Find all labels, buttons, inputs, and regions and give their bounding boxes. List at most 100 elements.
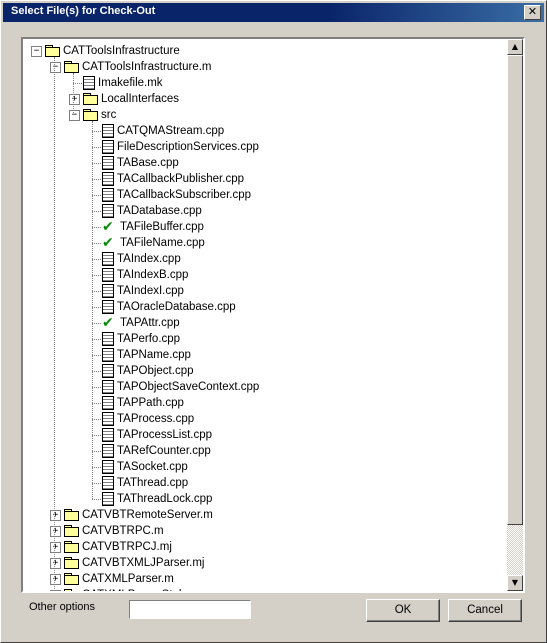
tree-folder-node[interactable]: CATVBTXMLJParser.mj (64, 555, 204, 571)
tree-connector (92, 227, 101, 228)
tree-folder-node[interactable]: CATVBTRPCJ.mj (64, 539, 172, 555)
collapse-icon[interactable]: − (69, 110, 80, 121)
tree-file-node[interactable]: CATQMAStream.cpp (102, 123, 224, 139)
tree-folder-node[interactable]: LocalInterfaces (83, 91, 179, 107)
expand-icon[interactable]: + (50, 526, 61, 537)
tree-file-node[interactable]: FileDescriptionServices.cpp (102, 139, 259, 155)
tree-folder-node[interactable]: CATToolsInfrastructure.m (64, 59, 212, 75)
tree-file-node[interactable]: TAIndexI.cpp (102, 283, 184, 299)
tree-file-node[interactable]: TAIndexB.cpp (102, 267, 188, 283)
tree-node-label: TACallbackPublisher.cpp (117, 173, 244, 185)
cancel-button[interactable]: Cancel (448, 599, 522, 622)
tree-connector (92, 323, 101, 324)
file-tree[interactable]: CATToolsInfrastructure − CATToolsInfrastru… (21, 37, 525, 593)
other-options-input[interactable] (129, 600, 251, 619)
file-icon (102, 156, 114, 170)
expand-icon[interactable]: + (50, 558, 61, 569)
tree-node-label: TAThread.cpp (117, 477, 189, 489)
tree-node-label: CATXMLParserStub.m (82, 589, 198, 591)
tree-connector (92, 211, 101, 212)
tree-file-node[interactable]: TAPObject.cpp (102, 363, 194, 379)
folder-icon (64, 525, 79, 537)
close-button[interactable]: ✕ (524, 5, 541, 20)
tree-file-node[interactable]: TARefCounter.cpp (102, 443, 211, 459)
tree-connector (92, 467, 101, 468)
tree-file-node[interactable]: TAProcess.cpp (102, 411, 194, 427)
scroll-down-button[interactable]: ▼ (507, 575, 523, 591)
check-out-dialog: Select File(s) for Check-Out ✕ CATToolsI… (0, 0, 547, 643)
tree-node-label: TABase.cpp (117, 157, 179, 169)
checked-out-check-icon: ✔ (102, 315, 114, 331)
tree-file-node[interactable]: TACallbackPublisher.cpp (102, 171, 244, 187)
tree-file-node[interactable]: TAThreadLock.cpp (102, 491, 212, 507)
tree-node-label: CATToolsInfrastructure.m (82, 61, 212, 73)
tree-connector (92, 259, 101, 260)
tree-node-label: TASocket.cpp (117, 461, 188, 473)
tree-node-label: TAIndexI.cpp (117, 285, 184, 297)
tree-file-node[interactable]: TAPPath.cpp (102, 395, 184, 411)
tree-node-label: CATVBTRPCJ.mj (82, 541, 172, 553)
tree-connector (92, 451, 101, 452)
tree-folder-node[interactable]: CATToolsInfrastructure (45, 43, 180, 59)
tree-file-node[interactable]: TACallbackSubscriber.cpp (102, 187, 251, 203)
file-icon (102, 204, 114, 218)
vertical-scrollbar[interactable]: ▲ ▼ (507, 39, 523, 591)
tree-file-node[interactable]: TAPObjectSaveContext.cpp (102, 379, 259, 395)
scrollbar-thumb[interactable] (507, 55, 523, 525)
expand-icon[interactable]: + (50, 542, 61, 553)
tree-file-node[interactable]: TADatabase.cpp (102, 203, 202, 219)
folder-icon (83, 109, 98, 121)
tree-file-node[interactable]: TAIndex.cpp (102, 251, 181, 267)
tree-connector (92, 483, 101, 484)
file-icon (102, 428, 114, 442)
tree-connector (92, 499, 101, 500)
tree-node-label: TADatabase.cpp (117, 205, 202, 217)
tree-node-label: CATToolsInfrastructure (63, 45, 180, 57)
folder-icon (64, 557, 79, 569)
tree-folder-node[interactable]: CATVBTRemoteServer.m (64, 507, 213, 523)
tree-node-label: TAPName.cpp (117, 349, 191, 361)
tree-node-label: CATXMLParser.m (82, 573, 174, 585)
tree-file-node[interactable]: TASocket.cpp (102, 459, 188, 475)
tree-node-label: CATVBTRPC.m (82, 525, 164, 537)
expand-icon[interactable]: + (69, 94, 80, 105)
tree-file-node[interactable]: TAProcessList.cpp (102, 427, 212, 443)
file-icon (102, 124, 114, 138)
folder-icon (83, 93, 98, 105)
file-icon (102, 396, 114, 410)
tree-folder-node[interactable]: src (83, 107, 116, 123)
tree-file-node[interactable]: TAPName.cpp (102, 347, 191, 363)
collapse-icon[interactable]: − (50, 62, 61, 73)
tree-file-node[interactable]: TABase.cpp (102, 155, 179, 171)
checked-out-check-icon: ✔ (102, 235, 114, 251)
tree-node-label: FileDescriptionServices.cpp (117, 141, 259, 153)
expand-icon[interactable]: + (50, 574, 61, 585)
tree-file-node[interactable]: TAPerfo.cpp (102, 331, 180, 347)
tree-node-label: TAOracleDatabase.cpp (117, 301, 236, 313)
tree-file-node[interactable]: Imakefile.mk (83, 75, 163, 91)
title-bar[interactable]: Select File(s) for Check-Out ✕ (3, 3, 544, 22)
tree-file-node[interactable]: ✔ TAFileBuffer.cpp (102, 219, 204, 235)
expand-icon[interactable]: + (50, 510, 61, 521)
tree-connector (54, 57, 55, 591)
folder-icon (64, 61, 79, 73)
scroll-up-button[interactable]: ▲ (507, 39, 523, 55)
folder-icon (64, 589, 79, 591)
collapse-icon[interactable]: − (31, 46, 42, 57)
tree-folder-node[interactable]: CATVBTRPC.m (64, 523, 164, 539)
tree-file-node[interactable]: TAThread.cpp (102, 475, 188, 491)
expand-icon[interactable]: + (50, 590, 61, 591)
tree-file-node[interactable]: ✔ TAFileName.cpp (102, 235, 205, 251)
file-icon (102, 188, 114, 202)
tree-file-node[interactable]: ✔ TAPAttr.cpp (102, 315, 180, 331)
tree-node-label: TAPAttr.cpp (120, 317, 180, 329)
tree-node-label: TAIndexB.cpp (117, 269, 189, 281)
tree-node-label: TAPerfo.cpp (117, 333, 181, 345)
ok-button[interactable]: OK (366, 599, 440, 622)
tree-connector (92, 307, 101, 308)
tree-folder-node[interactable]: CATXMLParser.m (64, 571, 174, 587)
tree-node-label: TAThreadLock.cpp (117, 493, 213, 505)
tree-file-node[interactable]: TAOracleDatabase.cpp (102, 299, 236, 315)
tree-folder-node[interactable]: CATXMLParserStub.m (64, 587, 198, 591)
tree-node-label: Imakefile.mk (98, 77, 163, 89)
